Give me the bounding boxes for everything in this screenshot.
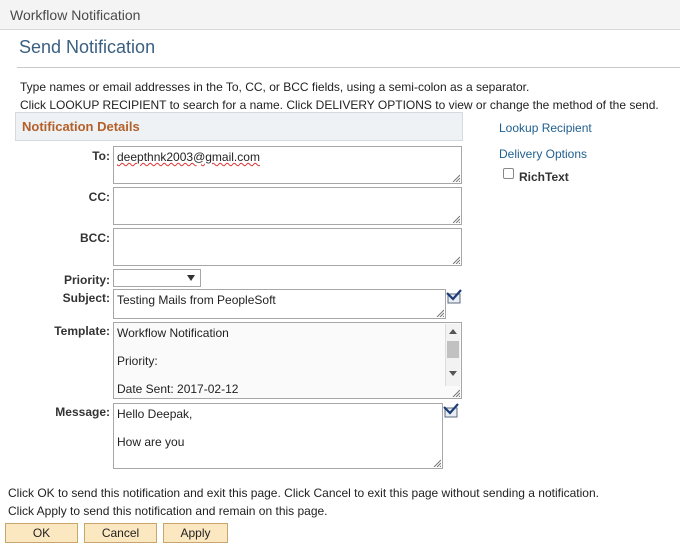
scroll-down-icon[interactable] <box>449 371 457 376</box>
section-title: Notification Details <box>22 119 140 134</box>
cc-label: CC: <box>88 190 110 204</box>
to-field[interactable]: deepthnk2003@gmail.com <box>113 146 462 184</box>
footer-instruction-2: Click Apply to send this notification an… <box>8 504 328 518</box>
spell-check-icon[interactable] <box>442 403 460 419</box>
page-title: Send Notification <box>19 37 156 57</box>
priority-select[interactable] <box>113 269 201 287</box>
richtext-checkbox[interactable] <box>503 168 514 179</box>
footer-instruction-1: Click OK to send this notification and e… <box>8 486 599 500</box>
window-title: Workflow Notification <box>10 7 141 23</box>
section-header: Notification Details <box>15 112 463 141</box>
ok-button[interactable]: OK <box>5 523 78 543</box>
template-scroll-thumb[interactable] <box>447 341 459 358</box>
priority-label: Priority: <box>63 273 110 287</box>
template-line-1: Workflow Notification <box>117 326 229 340</box>
instruction-line-2: Click LOOKUP RECIPIENT to search for a n… <box>20 98 659 112</box>
message-line-2: How are you <box>117 435 185 449</box>
scroll-up-icon[interactable] <box>449 329 457 334</box>
richtext-label: RichText <box>519 170 569 184</box>
resize-grip-icon[interactable] <box>452 256 460 264</box>
message-line-1: Hello Deepak, <box>117 407 193 421</box>
bcc-label: BCC: <box>80 231 110 245</box>
resize-grip-icon[interactable] <box>433 459 441 467</box>
resize-grip-icon[interactable] <box>452 215 460 223</box>
subject-field[interactable]: Testing Mails from PeopleSoft <box>113 289 446 319</box>
title-divider <box>17 67 680 68</box>
resize-grip-icon[interactable] <box>452 389 460 397</box>
template-scrollbar[interactable] <box>445 324 460 386</box>
lookup-recipient-link[interactable]: Lookup Recipient <box>499 121 592 135</box>
to-label: To: <box>92 149 110 163</box>
instruction-line-1: Type names or email addresses in the To,… <box>20 80 530 94</box>
delivery-options-link[interactable]: Delivery Options <box>499 147 587 161</box>
cc-field[interactable] <box>113 187 462 225</box>
resize-grip-icon[interactable] <box>452 174 460 182</box>
template-field[interactable]: Workflow Notification Priority: Date Sen… <box>113 322 462 399</box>
template-line-2: Priority: <box>117 354 158 368</box>
to-field-value: deepthnk2003@gmail.com <box>117 150 260 164</box>
message-field[interactable]: Hello Deepak, How are you <box>113 403 443 469</box>
window-title-bar: Workflow Notification <box>0 0 680 30</box>
subject-field-value: Testing Mails from PeopleSoft <box>117 293 276 307</box>
subject-label: Subject: <box>62 291 110 305</box>
template-line-3: Date Sent: 2017-02-12 <box>117 382 239 396</box>
spell-check-icon[interactable] <box>445 289 463 305</box>
template-label: Template: <box>54 324 110 338</box>
chevron-down-icon <box>187 275 195 281</box>
message-label: Message: <box>55 405 110 419</box>
bcc-field[interactable] <box>113 228 462 266</box>
apply-button[interactable]: Apply <box>163 523 228 543</box>
resize-grip-icon[interactable] <box>436 309 444 317</box>
cancel-button[interactable]: Cancel <box>84 523 157 543</box>
